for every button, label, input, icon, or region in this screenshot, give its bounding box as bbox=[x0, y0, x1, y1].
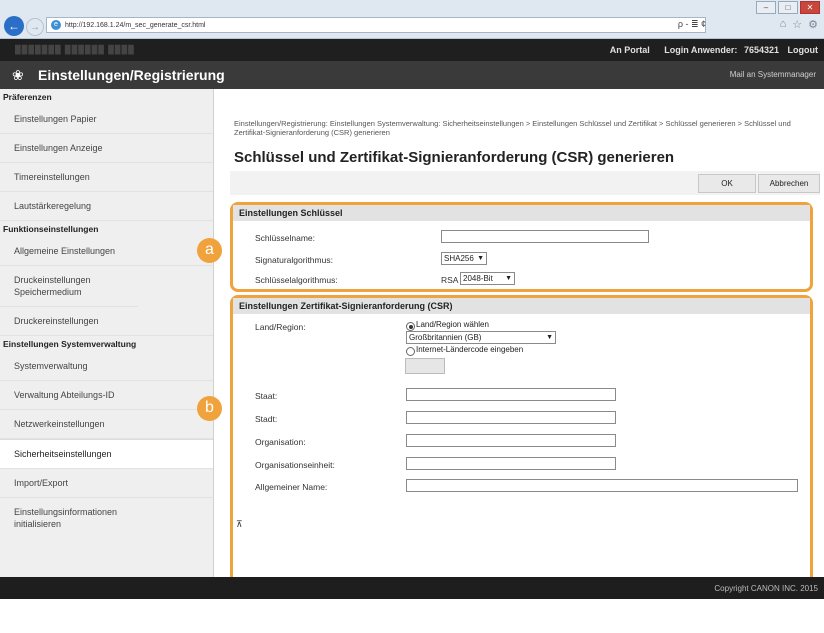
back-to-top-icon[interactable]: ⊼ bbox=[236, 519, 243, 530]
organization-unit-label: Organisationseinheit: bbox=[255, 460, 335, 470]
back-button[interactable]: ← bbox=[4, 16, 24, 36]
country-select[interactable]: Großbritannien (GB) ▼ bbox=[406, 331, 556, 344]
key-settings-section: Einstellungen Schlüssel Schlüsselname: S… bbox=[230, 202, 813, 292]
internet-country-code-label: Internet-Ländercode eingeben bbox=[416, 345, 524, 354]
forward-arrow-icon: → bbox=[30, 21, 40, 33]
login-user-id: 7654321 bbox=[743, 45, 779, 55]
organization-unit-input[interactable] bbox=[406, 457, 616, 470]
page-header: ❀ Einstellungen/Registrierung Mail an Sy… bbox=[0, 61, 824, 89]
browser-toolbar-icons: ⌂ ☆ ⚙ bbox=[780, 18, 818, 31]
portal-links: An Portal Login Anwender: 7654321 Logout bbox=[598, 45, 818, 55]
sidebar-item-security[interactable]: Sicherheitseinstellungen bbox=[0, 439, 213, 469]
signature-algorithm-label: Signaturalgorithmus: bbox=[255, 255, 333, 265]
ie-icon: e bbox=[51, 20, 61, 30]
sidebar: Präferenzen Einstellungen Papier Einstel… bbox=[0, 89, 214, 577]
sidebar-item-paper[interactable]: Einstellungen Papier bbox=[0, 105, 213, 134]
csr-settings-section: Einstellungen Zertifikat-Signieranforder… bbox=[230, 295, 813, 598]
sidebar-item-department-id[interactable]: Verwaltung Abteilungs-ID bbox=[0, 381, 213, 410]
portal-link[interactable]: An Portal bbox=[610, 45, 650, 55]
state-input[interactable] bbox=[406, 388, 616, 401]
gear-icon[interactable]: ⚙ bbox=[808, 18, 818, 31]
chevron-down-icon: ▼ bbox=[477, 255, 484, 262]
common-name-label: Allgemeiner Name: bbox=[255, 482, 328, 492]
sidebar-item-printer[interactable]: Druckereinstellungen bbox=[0, 307, 213, 336]
city-input[interactable] bbox=[406, 411, 616, 424]
sidebar-item-print-media[interactable]: Druckeinstellungen Speichermedium bbox=[0, 266, 138, 307]
sidebar-item-initialize[interactable]: Einstellungsinformationen initialisieren bbox=[0, 498, 148, 538]
home-icon[interactable]: ⌂ bbox=[780, 18, 787, 31]
favorites-star-icon[interactable]: ☆ bbox=[792, 18, 802, 31]
page-title: Schlüssel und Zertifikat-Signieranforder… bbox=[234, 149, 675, 166]
key-algorithm-prefix: RSA bbox=[441, 275, 459, 285]
mail-system-manager-link[interactable]: Mail an Systemmanager bbox=[730, 70, 816, 79]
key-algorithm-select[interactable]: 2048-Bit ▼ bbox=[460, 272, 515, 285]
url-field[interactable]: e http://192.168.1.24/m_sec_generate_csr… bbox=[46, 17, 706, 33]
url-text: http://192.168.1.24/m_sec_generate_csr.h… bbox=[65, 21, 206, 29]
internet-country-code-input[interactable] bbox=[405, 358, 445, 374]
logout-link[interactable]: Logout bbox=[788, 45, 819, 55]
chevron-down-icon: ▼ bbox=[505, 275, 512, 282]
main-content: Einstellungen/Registrierung: Einstellung… bbox=[214, 89, 824, 598]
sidebar-group-preferences: Präferenzen bbox=[3, 92, 52, 102]
organization-input[interactable] bbox=[406, 434, 616, 447]
sidebar-item-display[interactable]: Einstellungen Anzeige bbox=[0, 134, 213, 163]
key-name-label: Schlüsselname: bbox=[255, 233, 316, 243]
address-bar: ← → e http://192.168.1.24/m_sec_generate… bbox=[0, 14, 824, 39]
settings-gear-icon: ❀ bbox=[12, 67, 24, 83]
callout-badge-b: b bbox=[197, 396, 222, 421]
signature-algorithm-value: SHA256 bbox=[444, 254, 474, 263]
key-settings-heading: Einstellungen Schlüssel bbox=[233, 205, 810, 221]
internet-country-code-radio[interactable] bbox=[406, 347, 415, 356]
sidebar-item-general[interactable]: Allgemeine Einstellungen bbox=[0, 237, 213, 266]
browser-title-bar: – □ ✕ bbox=[0, 0, 824, 14]
sidebar-item-timer[interactable]: Timereinstellungen bbox=[0, 163, 213, 192]
masked-device-info: ███████ ██████ ████ bbox=[15, 45, 135, 54]
country-label: Land/Region: bbox=[255, 322, 306, 332]
sidebar-item-volume[interactable]: Lautstärkeregelung bbox=[0, 192, 213, 221]
sidebar-item-network[interactable]: Netzwerkeinstellungen bbox=[0, 410, 213, 439]
select-country-radio[interactable] bbox=[406, 322, 415, 331]
window-controls: – □ ✕ bbox=[756, 1, 820, 14]
csr-settings-heading: Einstellungen Zertifikat-Signieranforder… bbox=[233, 298, 810, 314]
portal-bar: ███████ ██████ ████ An Portal Login Anwe… bbox=[0, 39, 824, 61]
close-window-button[interactable]: ✕ bbox=[800, 1, 820, 14]
ok-button[interactable]: OK bbox=[698, 174, 756, 193]
button-bar: OK Abbrechen bbox=[230, 171, 820, 195]
sidebar-group-system: Einstellungen Systemverwaltung bbox=[3, 339, 137, 349]
back-arrow-icon: ← bbox=[8, 19, 20, 33]
breadcrumb: Einstellungen/Registrierung: Einstellung… bbox=[234, 119, 791, 137]
callout-badge-a: a bbox=[197, 238, 222, 263]
state-label: Staat: bbox=[255, 391, 278, 401]
signature-algorithm-select[interactable]: SHA256 ▼ bbox=[441, 252, 487, 265]
header-title: Einstellungen/Registrierung bbox=[38, 67, 225, 83]
key-algorithm-value: 2048-Bit bbox=[463, 274, 493, 283]
country-select-value: Großbritannien (GB) bbox=[409, 333, 482, 342]
common-name-input[interactable] bbox=[406, 479, 798, 492]
minimize-button[interactable]: – bbox=[756, 1, 776, 14]
key-name-input[interactable] bbox=[441, 230, 649, 243]
chevron-down-icon: ▼ bbox=[546, 334, 553, 341]
forward-button[interactable]: → bbox=[26, 18, 44, 36]
login-user-label: Login Anwender: bbox=[664, 45, 738, 55]
cancel-button[interactable]: Abbrechen bbox=[758, 174, 820, 193]
select-country-radio-label: Land/Region wählen bbox=[416, 320, 489, 329]
sidebar-item-import-export[interactable]: Import/Export bbox=[0, 469, 213, 498]
sidebar-group-functions: Funktionseinstellungen bbox=[3, 224, 99, 234]
copyright-text: Copyright CANON INC. 2015 bbox=[714, 584, 818, 593]
organization-label: Organisation: bbox=[255, 437, 306, 447]
sidebar-item-system-management[interactable]: Systemverwaltung bbox=[0, 352, 213, 381]
maximize-button[interactable]: □ bbox=[778, 1, 798, 14]
key-algorithm-label: Schlüsselalgorithmus: bbox=[255, 275, 338, 285]
city-label: Stadt: bbox=[255, 414, 278, 424]
search-refresh-icons[interactable]: ρ - ≣ ¢ bbox=[678, 19, 706, 30]
footer: Copyright CANON INC. 2015 bbox=[0, 577, 824, 599]
